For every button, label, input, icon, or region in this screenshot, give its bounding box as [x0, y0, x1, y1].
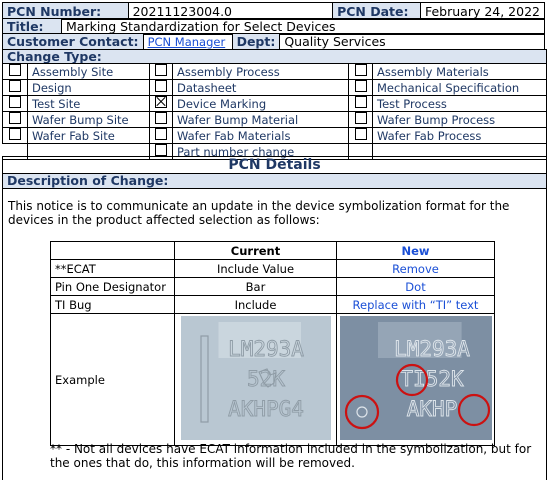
intro-text: This notice is to communicate an update … — [8, 199, 510, 227]
marking-line: LM293A — [394, 337, 470, 361]
dept-label: Dept: — [231, 33, 281, 50]
table-row: **ECAT Include Value Remove — [50, 259, 495, 278]
change-type-label-design: Design — [27, 79, 150, 96]
marking-line: 52K — [247, 367, 285, 391]
table-cell: Bar — [174, 277, 337, 296]
table-cell: Include — [174, 295, 337, 314]
checkbox-test-site[interactable] — [9, 96, 21, 108]
checkbox-wafer-fab-materials[interactable] — [155, 128, 167, 140]
table-row: Pin One Designator Bar Dot — [50, 277, 495, 296]
marking-line: LM293A — [228, 337, 304, 361]
checkbox-device-marking[interactable] — [155, 96, 167, 108]
new-marking-image: LM293A TI52K AKHP — [339, 316, 492, 440]
footnote-text: ** - Not all devices have ECAT informati… — [50, 442, 532, 470]
example-label: Example — [50, 313, 175, 446]
change-type-label-assembly-site: Assembly Site — [27, 63, 150, 80]
checkbox-test-process[interactable] — [354, 96, 367, 108]
change-type-label-assembly-materials: Assembly Materials — [372, 63, 547, 80]
table-cell: Replace with “TI” text — [336, 295, 495, 314]
change-type-label-assembly-process: Assembly Process — [172, 63, 349, 80]
change-type-label-datasheet: Datasheet — [172, 79, 349, 96]
contact-table: Customer Contact: PCN Manager Dept: Qual… — [2, 33, 545, 50]
change-type-label-device-marking: Device Marking — [172, 95, 349, 112]
marking-line: AKHPG4 — [228, 397, 304, 421]
pcn-date-label: PCN Date: — [332, 2, 421, 20]
pcn-date: February 24, 2022 — [419, 2, 546, 20]
change-type-label-wafer-bump-material: Wafer Bump Material — [172, 111, 349, 128]
pcn-number-label: PCN Number: — [2, 2, 129, 20]
table-row: TI Bug Include Replace with “TI” text — [50, 295, 495, 314]
checkbox-wafer-bump-process[interactable] — [354, 112, 367, 124]
example-row: Example LM293A 52K AKHPG4 LM293A TI52K AKHP — [50, 313, 495, 446]
change-type-label-wafer-fab-process: Wafer Fab Process — [372, 127, 547, 144]
checkbox-assembly-site[interactable] — [9, 64, 21, 76]
table-cell: Include Value — [174, 259, 337, 278]
checkbox-assembly-materials[interactable] — [354, 64, 367, 76]
description-label: Description of Change: — [2, 173, 547, 189]
change-type-label-wafer-fab-site: Wafer Fab Site — [27, 127, 150, 144]
checkbox-wafer-bump-material[interactable] — [155, 112, 167, 124]
table-cell: **ECAT — [50, 259, 175, 278]
change-type-label-mechanical-specification: Mechanical Specification — [372, 79, 547, 96]
marking-line: AKHP — [406, 397, 457, 421]
table-cell: Remove — [336, 259, 495, 278]
checkbox-datasheet[interactable] — [155, 80, 167, 92]
pcn-manager-link[interactable]: PCN Manager — [148, 35, 226, 49]
change-type-label: Change Type: — [2, 49, 547, 64]
checkbox-wafer-bump-site[interactable] — [9, 112, 21, 124]
column-header-current: Current — [174, 241, 337, 260]
column-header-blank — [50, 241, 175, 260]
change-type-label-wafer-fab-materials: Wafer Fab Materials — [172, 127, 349, 144]
pcn-number: 20211123004.0 — [127, 2, 334, 20]
current-marking-image: LM293A 52K AKHPG4 — [180, 316, 331, 440]
change-type-label-test-process: Test Process — [372, 95, 547, 112]
table-cell: Dot — [336, 277, 495, 296]
dept-value: Quality Services — [279, 33, 545, 50]
column-header-new: New — [336, 241, 495, 260]
checkbox-assembly-process[interactable] — [155, 64, 167, 76]
table-cell: TI Bug — [50, 295, 175, 314]
change-type-grid: Assembly Site Assembly Process Assembly Ma… — [2, 63, 547, 160]
checkbox-design[interactable] — [9, 80, 21, 92]
marking-line: TI52K — [400, 367, 464, 391]
checkbox-mechanical-specification[interactable] — [354, 80, 367, 92]
pcn-details-heading: PCN Details — [2, 156, 547, 174]
checkbox-part-number-change[interactable] — [155, 144, 167, 156]
checkbox-wafer-fab-process[interactable] — [354, 128, 367, 140]
contact-label: Customer Contact: — [2, 33, 144, 50]
change-type-label-wafer-bump-process: Wafer Bump Process — [372, 111, 547, 128]
change-type-label-wafer-bump-site: Wafer Bump Site — [27, 111, 150, 128]
checkbox-wafer-fab-site[interactable] — [9, 128, 21, 140]
change-type-label-test-site: Test Site — [27, 95, 150, 112]
comparison-table: Current New **ECAT Include Value Remove Pin O… — [50, 241, 495, 446]
table-cell: Pin One Designator — [50, 277, 175, 296]
